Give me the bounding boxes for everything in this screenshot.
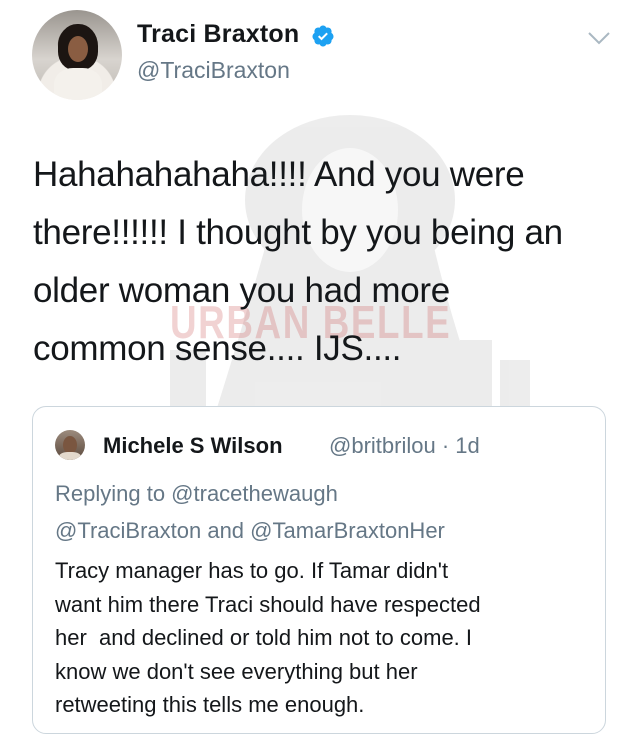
- chevron-down-icon[interactable]: [587, 30, 611, 46]
- quoted-author-avatar[interactable]: [55, 430, 85, 460]
- replying-to-line-2: @TraciBraxton and @TamarBraxtonHer: [55, 518, 445, 543]
- tweet-text: Hahahahahaha!!!! And you were there!!!!!…: [33, 155, 563, 368]
- author-display-name[interactable]: Traci Braxton: [137, 20, 299, 49]
- verified-badge-icon: [312, 25, 334, 47]
- quoted-tweet-card[interactable]: Michele S Wilson @britbrilou · 1d Replyi…: [32, 406, 606, 734]
- author-avatar[interactable]: [32, 10, 122, 100]
- replying-to: Replying to @tracethewaugh @TraciBraxton…: [55, 475, 585, 549]
- replying-to-line-1: Replying to @tracethewaugh: [55, 481, 338, 506]
- author-handle[interactable]: @TraciBraxton: [137, 57, 290, 84]
- quoted-author-handle-time: @britbrilou · 1d: [329, 433, 480, 458]
- tweet-card: Traci Braxton @TraciBraxton URBAN BELLE …: [0, 0, 640, 754]
- quoted-tweet-text: Tracy manager has to go. If Tamar didn't…: [55, 558, 481, 717]
- quoted-author-name[interactable]: Michele S Wilson: [103, 433, 283, 459]
